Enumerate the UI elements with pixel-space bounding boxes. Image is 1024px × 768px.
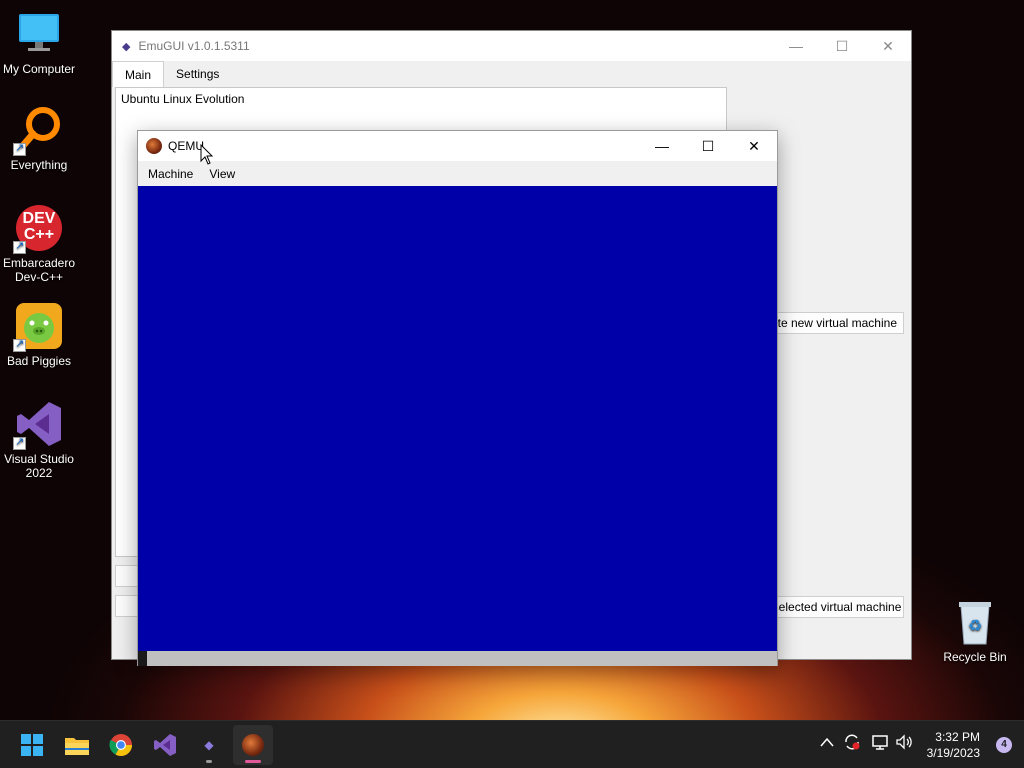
desktop-icon-label: Recycle Bin	[943, 650, 1007, 664]
clock-date: 3/19/2023	[926, 746, 980, 760]
desktop-icon-label: Visual Studio 2022	[4, 452, 74, 480]
qemu-window: QEMU — ☐ ✕ Machine View	[137, 130, 778, 666]
vm-display[interactable]	[138, 186, 777, 651]
close-button[interactable]: ✕	[731, 131, 777, 161]
vm-list-item[interactable]: Ubuntu Linux Evolution	[121, 92, 721, 106]
bad-piggies-icon	[13, 302, 63, 352]
desktop-icon-dev-cpp[interactable]: DEV C++ Embarcadero Dev-C++	[0, 204, 78, 284]
menu-view[interactable]: View	[201, 167, 243, 181]
scrollbar-thumb[interactable]	[138, 651, 147, 666]
taskbar: ◆ 3:32 PM 3/19/2023 4	[0, 720, 1024, 768]
system-clock[interactable]: 3:32 PM 3/19/2023	[927, 729, 980, 761]
computer-icon	[15, 10, 63, 58]
chrome-icon	[109, 734, 132, 756]
taskbar-visual-studio[interactable]	[145, 725, 185, 765]
minimize-button[interactable]: —	[639, 131, 685, 161]
horizontal-scrollbar[interactable]	[138, 651, 777, 666]
shortcut-arrow-icon	[13, 239, 26, 254]
window-title: EmuGUI v1.0.1.5311	[138, 39, 250, 53]
start-icon	[21, 734, 43, 756]
running-indicator	[206, 760, 212, 763]
window-title: QEMU	[168, 139, 204, 153]
start-button[interactable]	[12, 725, 52, 765]
desktop-icon-everything[interactable]: Everything	[0, 106, 78, 172]
network-icon[interactable]	[871, 733, 889, 755]
desktop-icon-visual-studio[interactable]: Visual Studio 2022	[0, 400, 78, 480]
volume-icon[interactable]	[895, 733, 913, 755]
taskbar-file-explorer[interactable]	[57, 725, 97, 765]
dev-cpp-icon: DEV C++	[13, 204, 63, 254]
desktop-icon-label: My Computer	[2, 62, 76, 76]
desktop-icon-label: Embarcadero Dev-C++	[2, 256, 76, 284]
desktop-icon-label: Bad Piggies	[6, 354, 72, 368]
shortcut-arrow-icon	[13, 435, 26, 450]
emugui-tabbar: Main Settings	[112, 61, 231, 87]
dev-cpp-badge-text: DEV	[22, 210, 56, 227]
vm-action-button[interactable]	[115, 565, 139, 587]
qemu-titlebar[interactable]: QEMU — ☐ ✕	[138, 131, 777, 161]
desktop-icon-bad-piggies[interactable]: Bad Piggies	[0, 302, 78, 368]
mouse-cursor-icon	[200, 144, 214, 165]
file-explorer-icon	[65, 738, 89, 755]
everything-icon	[13, 106, 63, 156]
clock-time: 3:32 PM	[935, 730, 980, 744]
svg-text:♻: ♻	[968, 618, 982, 635]
maximize-button[interactable]: ☐	[685, 131, 731, 161]
tab-main[interactable]: Main	[112, 61, 165, 87]
qemu-menubar: Machine View	[138, 161, 777, 186]
sync-icon[interactable]	[843, 733, 861, 755]
minimize-button[interactable]: —	[773, 31, 819, 61]
maximize-button[interactable]: ☐	[819, 31, 865, 61]
visual-studio-icon	[13, 400, 63, 450]
visual-studio-icon	[154, 734, 176, 756]
running-indicator	[245, 760, 261, 763]
notification-badge[interactable]: 4	[996, 737, 1012, 753]
menu-machine[interactable]: Machine	[140, 167, 201, 181]
tray-overflow-chevron-icon[interactable]	[820, 735, 834, 750]
vm-action-button[interactable]	[115, 595, 139, 617]
tab-settings[interactable]: Settings	[164, 61, 231, 87]
shortcut-arrow-icon	[13, 337, 26, 352]
qemu-icon	[242, 734, 264, 756]
qemu-app-icon	[146, 138, 162, 154]
taskbar-qemu[interactable]	[233, 725, 273, 765]
desktop-icon-recycle-bin[interactable]: ♻ Recycle Bin	[936, 598, 1014, 664]
close-button[interactable]: ✕	[865, 31, 911, 61]
taskbar-emugui[interactable]: ◆	[189, 725, 229, 765]
shortcut-arrow-icon	[13, 141, 26, 156]
emugui-app-icon: ◆	[122, 40, 131, 53]
emugui-icon: ◆	[204, 738, 214, 752]
desktop-icon-my-computer[interactable]: My Computer	[0, 10, 78, 76]
desktop-icon-label: Everything	[10, 158, 68, 172]
taskbar-chrome[interactable]	[101, 725, 141, 765]
recycle-bin-icon: ♻	[951, 598, 999, 646]
